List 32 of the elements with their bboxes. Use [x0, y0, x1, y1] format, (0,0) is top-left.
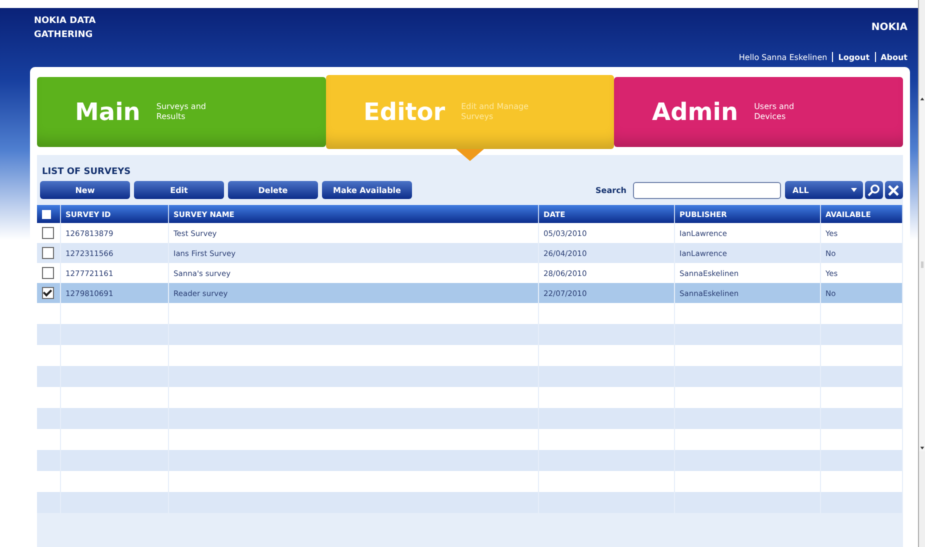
row-checkbox[interactable]	[42, 227, 54, 239]
row-checkbox[interactable]	[42, 247, 54, 259]
nav-tab[interactable]: Admin Users and Devices	[614, 77, 902, 147]
tab-title: Admin	[652, 98, 738, 126]
dropdown-arrow-icon	[850, 188, 856, 192]
tab-title: Editor	[364, 98, 446, 126]
close-icon	[888, 184, 899, 196]
brand-name: NOKIA	[871, 21, 908, 35]
toolbar-button[interactable]: New	[40, 181, 130, 199]
row-checkbox[interactable]	[42, 287, 54, 299]
greeting-text: Hello Sanna Eskelinen	[738, 52, 828, 62]
search-icon	[867, 184, 880, 196]
filter-value: ALL	[792, 186, 809, 194]
pointer-icon	[456, 149, 484, 161]
list-title: LIST OF SURVEYS	[41, 167, 132, 177]
toolbar-button[interactable]: Edit	[134, 181, 224, 199]
search-field[interactable]	[632, 182, 780, 198]
header-link[interactable]: About	[880, 52, 908, 62]
header-link[interactable]: Logout	[838, 52, 870, 62]
row-checkbox[interactable]	[42, 267, 54, 279]
tab-title: Main	[75, 98, 140, 126]
clear-button[interactable]	[884, 181, 902, 199]
tab-subtitle: Edit and Manage Surveys	[461, 102, 530, 122]
app-title: NOKIA DATA GATHERING	[34, 15, 97, 42]
tab-subtitle: Users and Devices	[754, 102, 796, 122]
tab-subtitle: Surveys and Results	[156, 102, 207, 122]
search-label: Search	[596, 186, 626, 194]
toolbar-button[interactable]: Make Available	[322, 181, 412, 199]
search-button[interactable]	[864, 181, 882, 199]
filter-dropdown[interactable]: ALL	[784, 181, 862, 199]
select-all-checkbox[interactable]	[42, 210, 51, 218]
toolbar-button[interactable]: Delete	[228, 181, 318, 199]
